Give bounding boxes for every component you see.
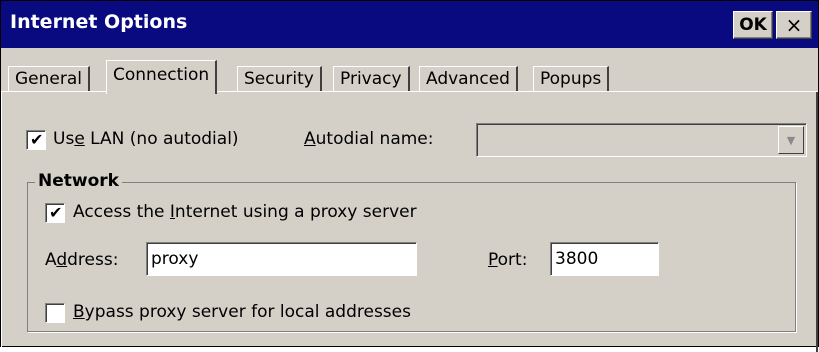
tab-privacy[interactable]: Privacy (333, 66, 410, 92)
dropdown-button[interactable]: ▼ (778, 126, 804, 154)
tab-popups[interactable]: Popups (533, 66, 610, 92)
autodial-name-label: Autodial name: (304, 129, 434, 149)
tab-connection[interactable]: Connection (106, 60, 218, 94)
close-button[interactable]: × (776, 11, 812, 39)
panel-left-edge (1, 91, 2, 351)
address-label: Address: (45, 250, 119, 270)
tab-advanced[interactable]: Advanced (419, 66, 518, 92)
internet-options-dialog: Internet Options OK × General Connection… (0, 0, 819, 352)
chevron-down-icon: ▼ (786, 133, 796, 147)
tab-security[interactable]: Security (237, 66, 322, 92)
window-title: Internet Options (10, 11, 188, 33)
autodial-name-dropdown[interactable]: ▼ (476, 123, 807, 157)
tab-strip: General Connection Security Privacy Adva… (1, 48, 818, 94)
tab-general[interactable]: General (8, 66, 90, 92)
use-proxy-checkbox[interactable]: ✔ (45, 203, 65, 223)
bypass-local-label[interactable]: Bypass proxy server for local addresses (73, 302, 411, 322)
title-bar[interactable]: Internet Options OK × (1, 1, 818, 48)
bypass-local-checkbox[interactable] (45, 303, 65, 323)
checkmark-icon: ✔ (30, 130, 44, 149)
close-icon: × (785, 13, 803, 37)
port-label: Port: (488, 250, 528, 270)
ok-button[interactable]: OK (733, 11, 773, 39)
address-input[interactable]: proxy (146, 242, 417, 276)
network-group-title: Network (35, 171, 122, 191)
use-lan-label[interactable]: Use LAN (no autodial) (53, 129, 239, 149)
panel-right-edge (816, 92, 818, 352)
use-lan-checkbox[interactable]: ✔ (26, 130, 46, 150)
checkmark-icon: ✔ (49, 203, 63, 222)
use-proxy-label[interactable]: Access the Internet using a proxy server (73, 202, 417, 222)
port-input[interactable]: 3800 (550, 242, 659, 276)
